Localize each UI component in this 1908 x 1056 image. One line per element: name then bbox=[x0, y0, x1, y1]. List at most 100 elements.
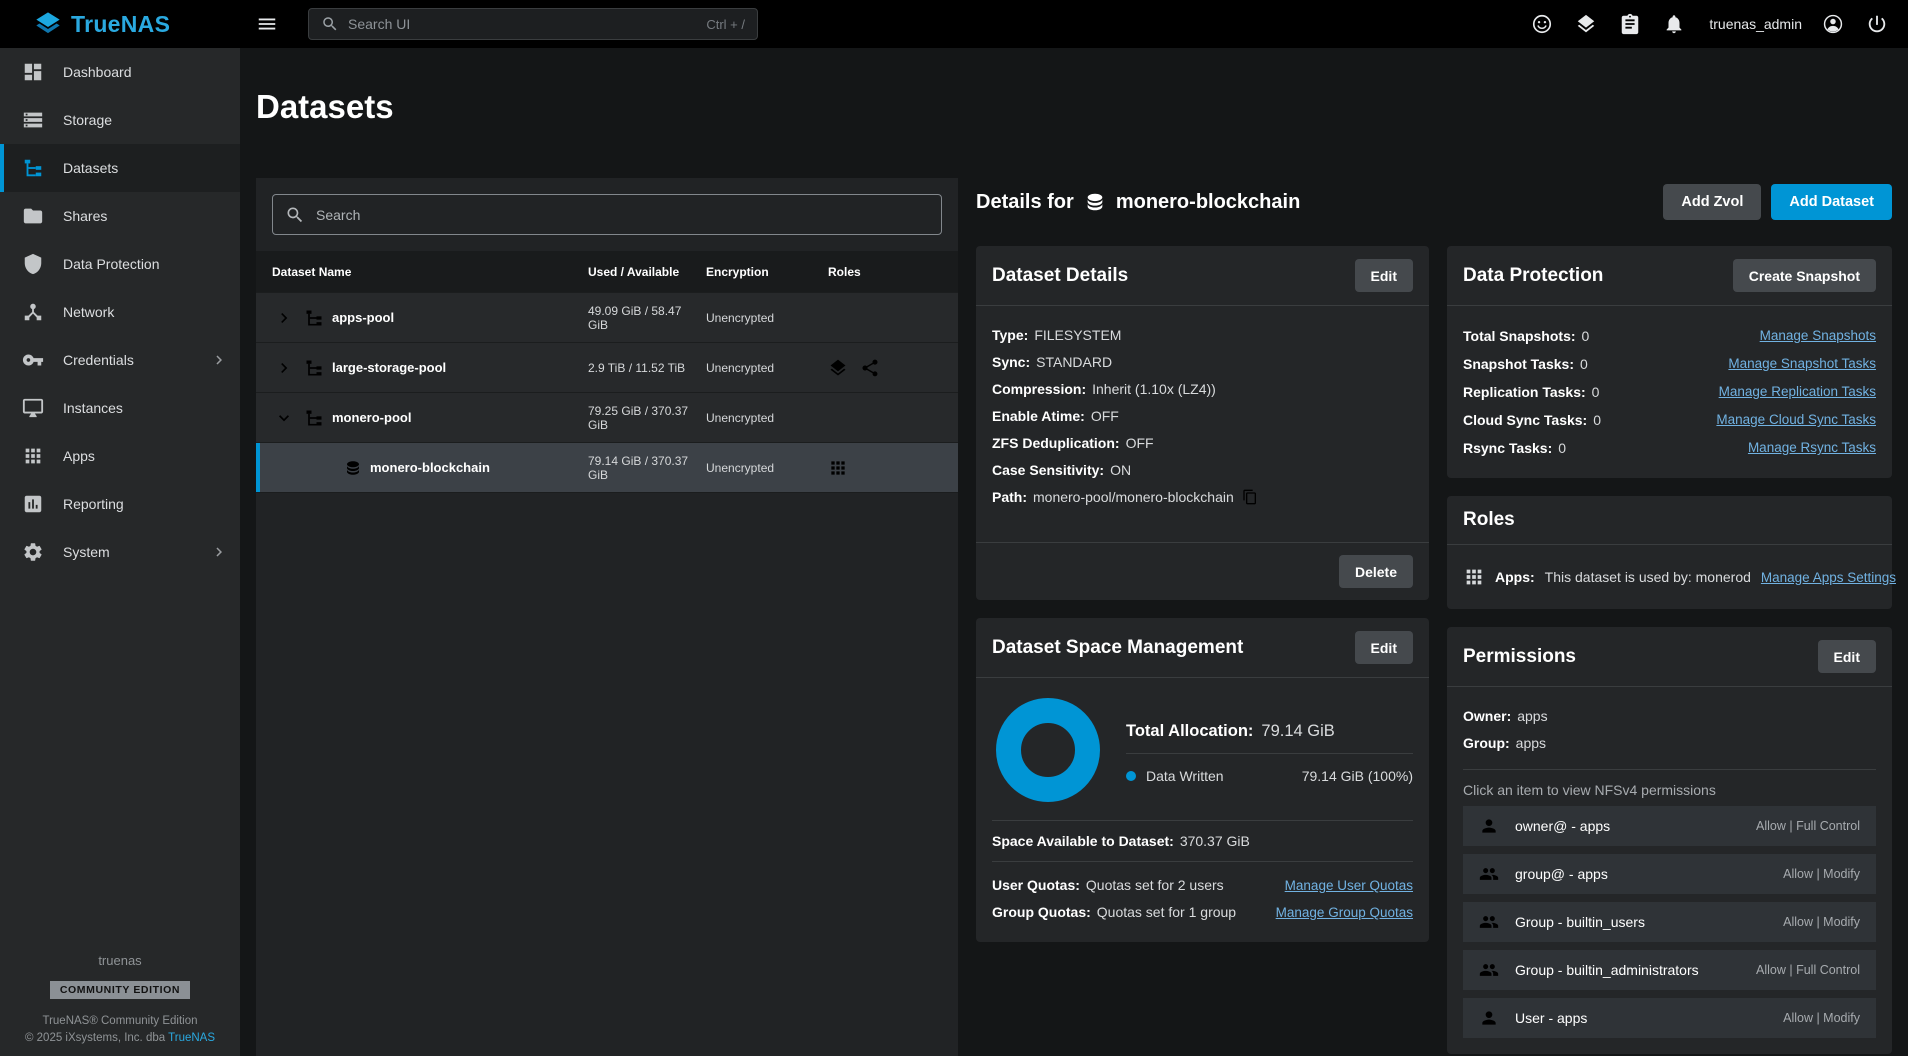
manage-snapshots-link[interactable]: Manage Snapshots bbox=[1760, 322, 1876, 350]
data-protection-card: Data Protection Create Snapshot Total Sn… bbox=[1447, 246, 1892, 478]
sidebar-item-reporting[interactable]: Reporting bbox=[0, 480, 240, 528]
checklist-button[interactable] bbox=[1611, 5, 1649, 43]
pool-tree-icon bbox=[304, 408, 324, 428]
search-icon bbox=[321, 15, 339, 33]
encryption-value: Unencrypted bbox=[706, 361, 828, 375]
sidebar-item-dashboard[interactable]: Dashboard bbox=[0, 48, 240, 96]
copy-path-button[interactable] bbox=[1242, 487, 1258, 514]
manage-user-quotas-link[interactable]: Manage User Quotas bbox=[1285, 872, 1413, 899]
legend-color-dot bbox=[1126, 771, 1136, 781]
create-snapshot-button[interactable]: Create Snapshot bbox=[1733, 259, 1876, 292]
manage-replication-tasks-link[interactable]: Manage Replication Tasks bbox=[1719, 378, 1876, 406]
power-menu-button[interactable] bbox=[1858, 5, 1896, 43]
manage-group-quotas-link[interactable]: Manage Group Quotas bbox=[1276, 899, 1413, 926]
clipboard-icon bbox=[1619, 13, 1641, 35]
sidebar-item-datasets[interactable]: Datasets bbox=[0, 144, 240, 192]
edit-dataset-details-button[interactable]: Edit bbox=[1355, 259, 1413, 292]
add-dataset-button[interactable]: Add Dataset bbox=[1771, 184, 1892, 220]
sidebar-item-credentials[interactable]: Credentials bbox=[0, 336, 240, 384]
dataset-search-input[interactable] bbox=[316, 207, 929, 223]
dataset-row-monero-blockchain[interactable]: monero-blockchain 79.14 GiB / 370.37 GiB… bbox=[256, 443, 958, 493]
manage-rsync-tasks-link[interactable]: Manage Rsync Tasks bbox=[1748, 434, 1876, 462]
copyright-brand-link[interactable]: TrueNAS bbox=[168, 1032, 215, 1044]
manage-apps-settings-link[interactable]: Manage Apps Settings bbox=[1761, 570, 1896, 585]
pool-tree-icon bbox=[304, 358, 324, 378]
sidebar-item-label: Data Protection bbox=[63, 256, 160, 272]
snapshot-tasks-row: Snapshot Tasks:0 Manage Snapshot Tasks bbox=[1463, 350, 1876, 378]
permissions-card: Permissions Edit Owner:apps Group:apps C… bbox=[1447, 627, 1892, 1054]
sidebar-item-instances[interactable]: Instances bbox=[0, 384, 240, 432]
delete-dataset-button[interactable]: Delete bbox=[1339, 555, 1413, 588]
used-available-value: 79.25 GiB / 370.37 GiB bbox=[588, 404, 706, 432]
field-zfs-deduplication: ZFS Deduplication:OFF bbox=[992, 430, 1413, 457]
page-title: Datasets bbox=[256, 88, 1892, 126]
sidebar-item-shares[interactable]: Shares bbox=[0, 192, 240, 240]
jobs-button[interactable] bbox=[1567, 5, 1605, 43]
network-icon bbox=[22, 301, 44, 323]
expand-toggle[interactable] bbox=[272, 358, 296, 378]
dataset-search[interactable] bbox=[272, 194, 942, 235]
power-icon bbox=[1866, 13, 1888, 35]
add-zvol-button[interactable]: Add Zvol bbox=[1663, 184, 1761, 220]
datasets-tree-icon bbox=[22, 157, 44, 179]
sidebar-item-label: Apps bbox=[63, 448, 95, 464]
sidebar-item-data-protection[interactable]: Data Protection bbox=[0, 240, 240, 288]
gear-icon bbox=[22, 541, 44, 563]
sidebar-item-apps[interactable]: Apps bbox=[0, 432, 240, 480]
logged-in-username[interactable]: truenas_admin bbox=[1709, 16, 1802, 32]
storage-icon bbox=[22, 109, 44, 131]
expand-toggle[interactable] bbox=[272, 308, 296, 328]
permission-item-user-apps[interactable]: User - apps Allow | Modify bbox=[1463, 998, 1876, 1038]
manage-cloud-sync-tasks-link[interactable]: Manage Cloud Sync Tasks bbox=[1716, 406, 1876, 434]
collapse-toggle[interactable] bbox=[272, 408, 296, 428]
field-compression: Compression:Inherit (1.10x (LZ4)) bbox=[992, 376, 1413, 403]
key-icon bbox=[22, 349, 44, 371]
user-quotas-row: User Quotas:Quotas set for 2 users Manag… bbox=[992, 872, 1413, 899]
owner-field: Owner:apps bbox=[1463, 703, 1876, 730]
alerts-button[interactable] bbox=[1655, 5, 1693, 43]
card-title: Roles bbox=[1463, 509, 1515, 531]
copy-icon bbox=[1242, 489, 1258, 505]
copyright-text: © 2025 iXsystems, Inc. dba TrueNAS bbox=[0, 1032, 240, 1044]
copyright-prefix: © 2025 iXsystems, Inc. dba bbox=[25, 1032, 165, 1044]
divider bbox=[1463, 769, 1876, 770]
topbar-actions: truenas_admin bbox=[1523, 5, 1908, 43]
cloud-sync-tasks-row: Cloud Sync Tasks:0 Manage Cloud Sync Tas… bbox=[1463, 406, 1876, 434]
field-type: Type:FILESYSTEM bbox=[992, 322, 1413, 349]
global-search-input[interactable] bbox=[348, 16, 697, 32]
details-title-prefix: Details for bbox=[976, 191, 1074, 214]
permission-item-owner[interactable]: owner@ - apps Allow | Full Control bbox=[1463, 806, 1876, 846]
account-icon bbox=[1822, 13, 1844, 35]
edit-space-management-button[interactable]: Edit bbox=[1355, 631, 1413, 664]
pool-tree-icon bbox=[304, 308, 324, 328]
feedback-button[interactable] bbox=[1523, 5, 1561, 43]
apps-grid-role-icon bbox=[828, 458, 848, 478]
sidebar-item-storage[interactable]: Storage bbox=[0, 96, 240, 144]
permission-item-builtin-administrators[interactable]: Group - builtin_administrators Allow | F… bbox=[1463, 950, 1876, 990]
sidebar-item-system[interactable]: System bbox=[0, 528, 240, 576]
account-menu-button[interactable] bbox=[1814, 5, 1852, 43]
replication-tasks-row: Replication Tasks:0 Manage Replication T… bbox=[1463, 378, 1876, 406]
chart-legend: Data Written 79.14 GiB (100%) bbox=[1126, 754, 1413, 784]
global-search[interactable]: Ctrl + / bbox=[308, 8, 758, 40]
roles-cell bbox=[828, 458, 958, 478]
sidebar-nav: Dashboard Storage Datasets Shares Data P… bbox=[0, 48, 240, 576]
dataset-details-section: Details for monero-blockchain Add Zvol A… bbox=[976, 178, 1892, 1054]
sidebar-item-label: Storage bbox=[63, 112, 112, 128]
manage-snapshot-tasks-link[interactable]: Manage Snapshot Tasks bbox=[1728, 350, 1876, 378]
dataset-row-monero-pool[interactable]: monero-pool 79.25 GiB / 370.37 GiB Unenc… bbox=[256, 393, 958, 443]
share-role-icon bbox=[860, 358, 880, 378]
edit-permissions-button[interactable]: Edit bbox=[1818, 640, 1876, 673]
permission-item-group-at[interactable]: group@ - apps Allow | Modify bbox=[1463, 854, 1876, 894]
apps-role-label: Apps: bbox=[1495, 569, 1535, 585]
dataset-row-apps-pool[interactable]: apps-pool 49.09 GiB / 58.47 GiB Unencryp… bbox=[256, 293, 958, 343]
column-header-roles: Roles bbox=[828, 265, 958, 279]
sidebar: Dashboard Storage Datasets Shares Data P… bbox=[0, 48, 240, 1056]
sidebar-item-network[interactable]: Network bbox=[0, 288, 240, 336]
truenas-logo[interactable]: TrueNAS bbox=[0, 10, 248, 38]
dataset-row-large-storage-pool[interactable]: large-storage-pool 2.9 TiB / 11.52 TiB U… bbox=[256, 343, 958, 393]
dataset-database-icon bbox=[1084, 191, 1106, 213]
menu-toggle-button[interactable] bbox=[248, 5, 286, 43]
permission-item-builtin-users[interactable]: Group - builtin_users Allow | Modify bbox=[1463, 902, 1876, 942]
used-available-value: 2.9 TiB / 11.52 TiB bbox=[588, 361, 706, 375]
